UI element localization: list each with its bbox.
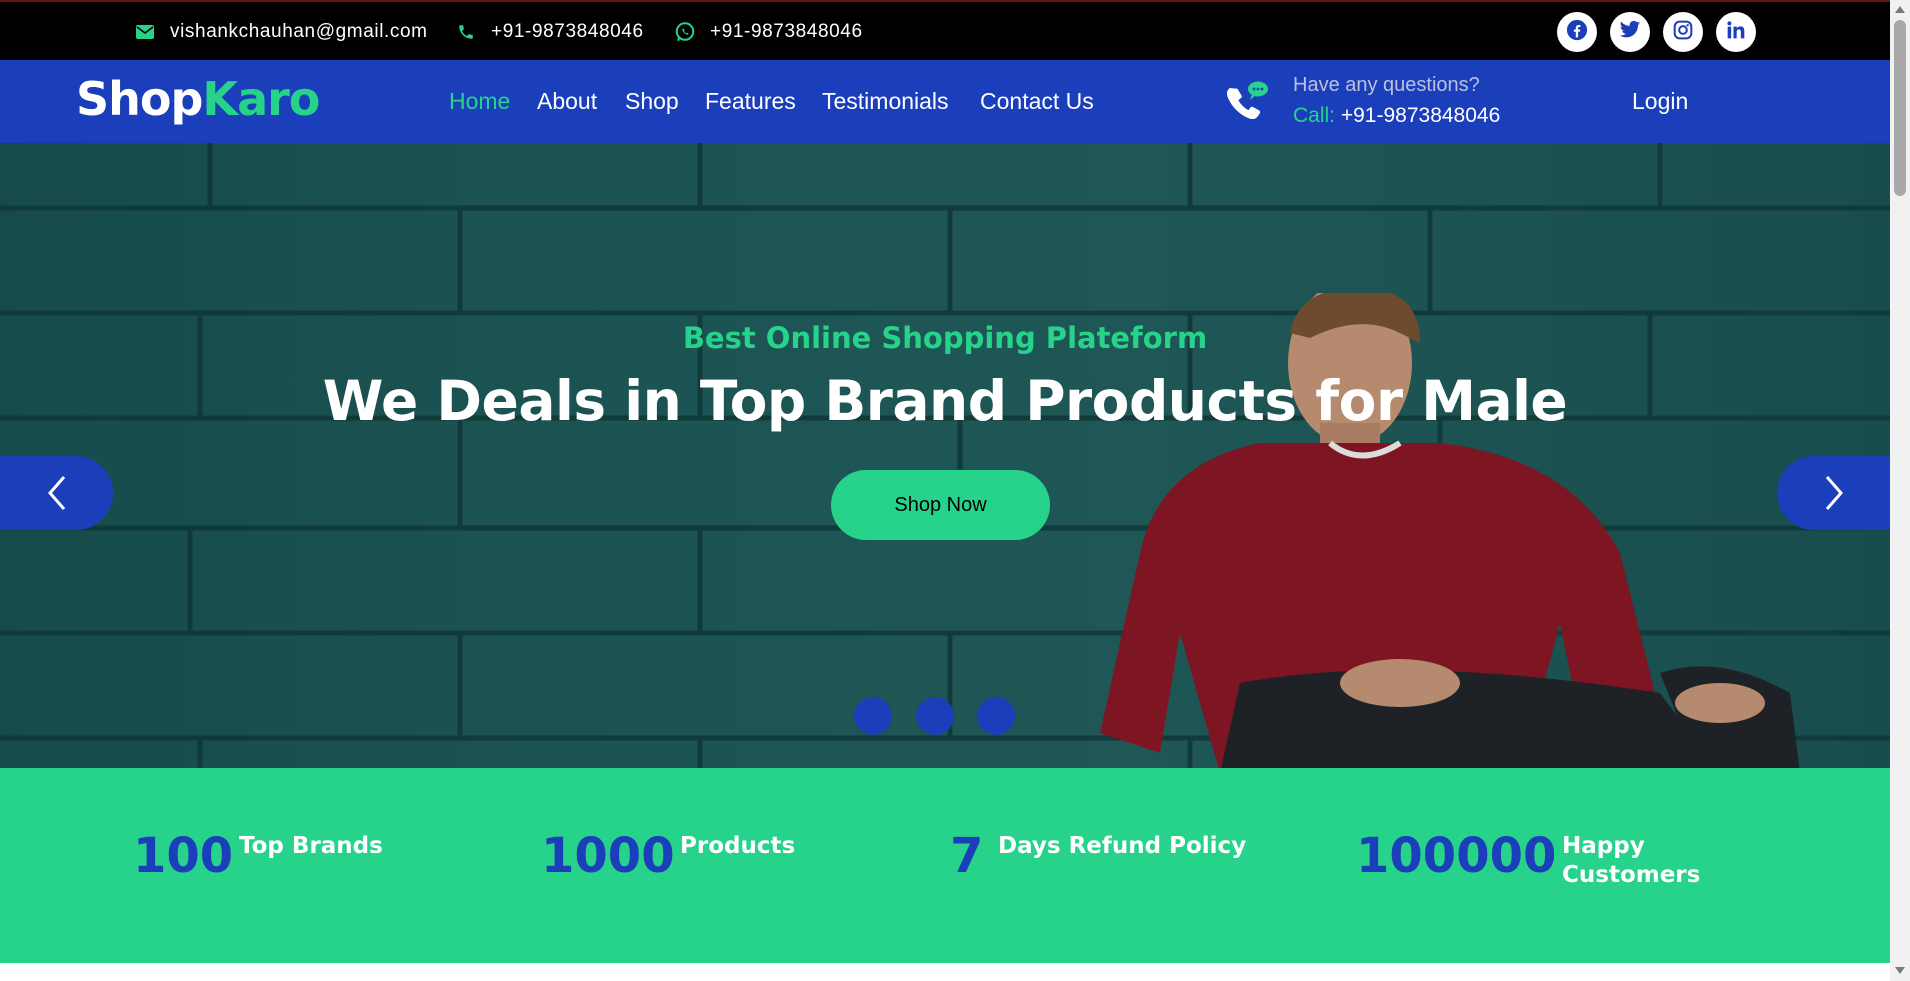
nav-home[interactable]: Home (449, 88, 510, 115)
model-photo (1100, 293, 1800, 768)
chevron-left-icon (47, 476, 65, 510)
logo-text-part2: Karo (202, 72, 320, 126)
whatsapp-icon (674, 21, 696, 43)
carousel-next-button[interactable] (1777, 456, 1890, 530)
envelope-icon (134, 21, 156, 43)
scroll-down-arrow-icon[interactable] (1895, 967, 1905, 974)
stat-brands-value: 100 (133, 828, 234, 884)
nav-features[interactable]: Features (705, 88, 796, 115)
stat-customers-value: 100000 (1356, 828, 1557, 884)
stat-refund-label: Days Refund Policy (998, 833, 1247, 859)
whatsapp-contact[interactable]: +91-9873848046 (674, 2, 863, 62)
instagram-icon (1673, 20, 1693, 45)
carousel-dot-3[interactable] (977, 697, 1015, 735)
nav-about[interactable]: About (537, 88, 597, 115)
call-label: Call: (1293, 104, 1336, 127)
call-number-text: +91-9873848046 (1340, 104, 1501, 127)
scroll-up-arrow-icon[interactable] (1895, 6, 1905, 13)
main-navbar: ShopKaro Home About Shop Features Testim… (0, 60, 1890, 143)
nav-shop[interactable]: Shop (625, 88, 679, 115)
linkedin-link[interactable] (1716, 12, 1756, 52)
page-bottom-edge (0, 963, 1890, 981)
whatsapp-text: +91-9873848046 (710, 21, 863, 42)
facebook-icon (1566, 19, 1588, 46)
email-contact[interactable]: vishankchauhan@gmail.com (134, 2, 428, 62)
nav-testimonials[interactable]: Testimonials (822, 88, 949, 115)
scroll-thumb[interactable] (1894, 20, 1906, 196)
stat-customers-label-line2: Customers (1562, 862, 1701, 888)
brand-logo[interactable]: ShopKaro (76, 72, 320, 126)
carousel-dot-1[interactable] (854, 697, 892, 735)
stat-products-value: 1000 (541, 828, 675, 884)
stat-refund-value: 7 (950, 828, 984, 884)
login-link[interactable]: Login (1632, 88, 1688, 115)
page-scrollbar[interactable] (1890, 0, 1910, 981)
instagram-link[interactable] (1663, 12, 1703, 52)
questions-text: Have any questions? (1293, 74, 1480, 96)
phone-text: +91-9873848046 (491, 21, 644, 42)
stat-brands-label: Top Brands (239, 833, 383, 859)
phone-contact[interactable]: +91-9873848046 (455, 2, 644, 62)
facebook-link[interactable] (1557, 12, 1597, 52)
stat-products-label: Products (680, 833, 796, 859)
chevron-right-icon (1825, 476, 1843, 510)
call-number[interactable]: Call: +91-9873848046 (1293, 104, 1500, 128)
nav-contact-us[interactable]: Contact Us (980, 88, 1094, 115)
twitter-icon (1619, 20, 1641, 45)
phone-icon (455, 21, 477, 43)
linkedin-icon (1726, 20, 1746, 45)
stat-customers-label-line1: Happy (1562, 833, 1645, 859)
hero-carousel: Best Online Shopping Plateform We Deals … (0, 143, 1890, 768)
hero-headline: We Deals in Top Brand Products for Male (322, 369, 1568, 433)
carousel-prev-button[interactable] (0, 456, 113, 530)
logo-text-part1: Shop (76, 72, 203, 126)
hero-eyebrow: Best Online Shopping Plateform (682, 321, 1208, 355)
carousel-dot-2[interactable] (916, 697, 954, 735)
top-contact-bar: vishankchauhan@gmail.com +91-9873848046 … (0, 0, 1890, 60)
stat-customers-label: Happy Customers (1562, 832, 1700, 890)
email-text: vishankchauhan@gmail.com (170, 21, 428, 42)
shop-now-button[interactable]: Shop Now (831, 470, 1050, 540)
stats-section: 100 Top Brands 1000 Products 7 Days Refu… (0, 768, 1890, 963)
twitter-link[interactable] (1610, 12, 1650, 52)
phone-chat-icon (1220, 78, 1270, 126)
